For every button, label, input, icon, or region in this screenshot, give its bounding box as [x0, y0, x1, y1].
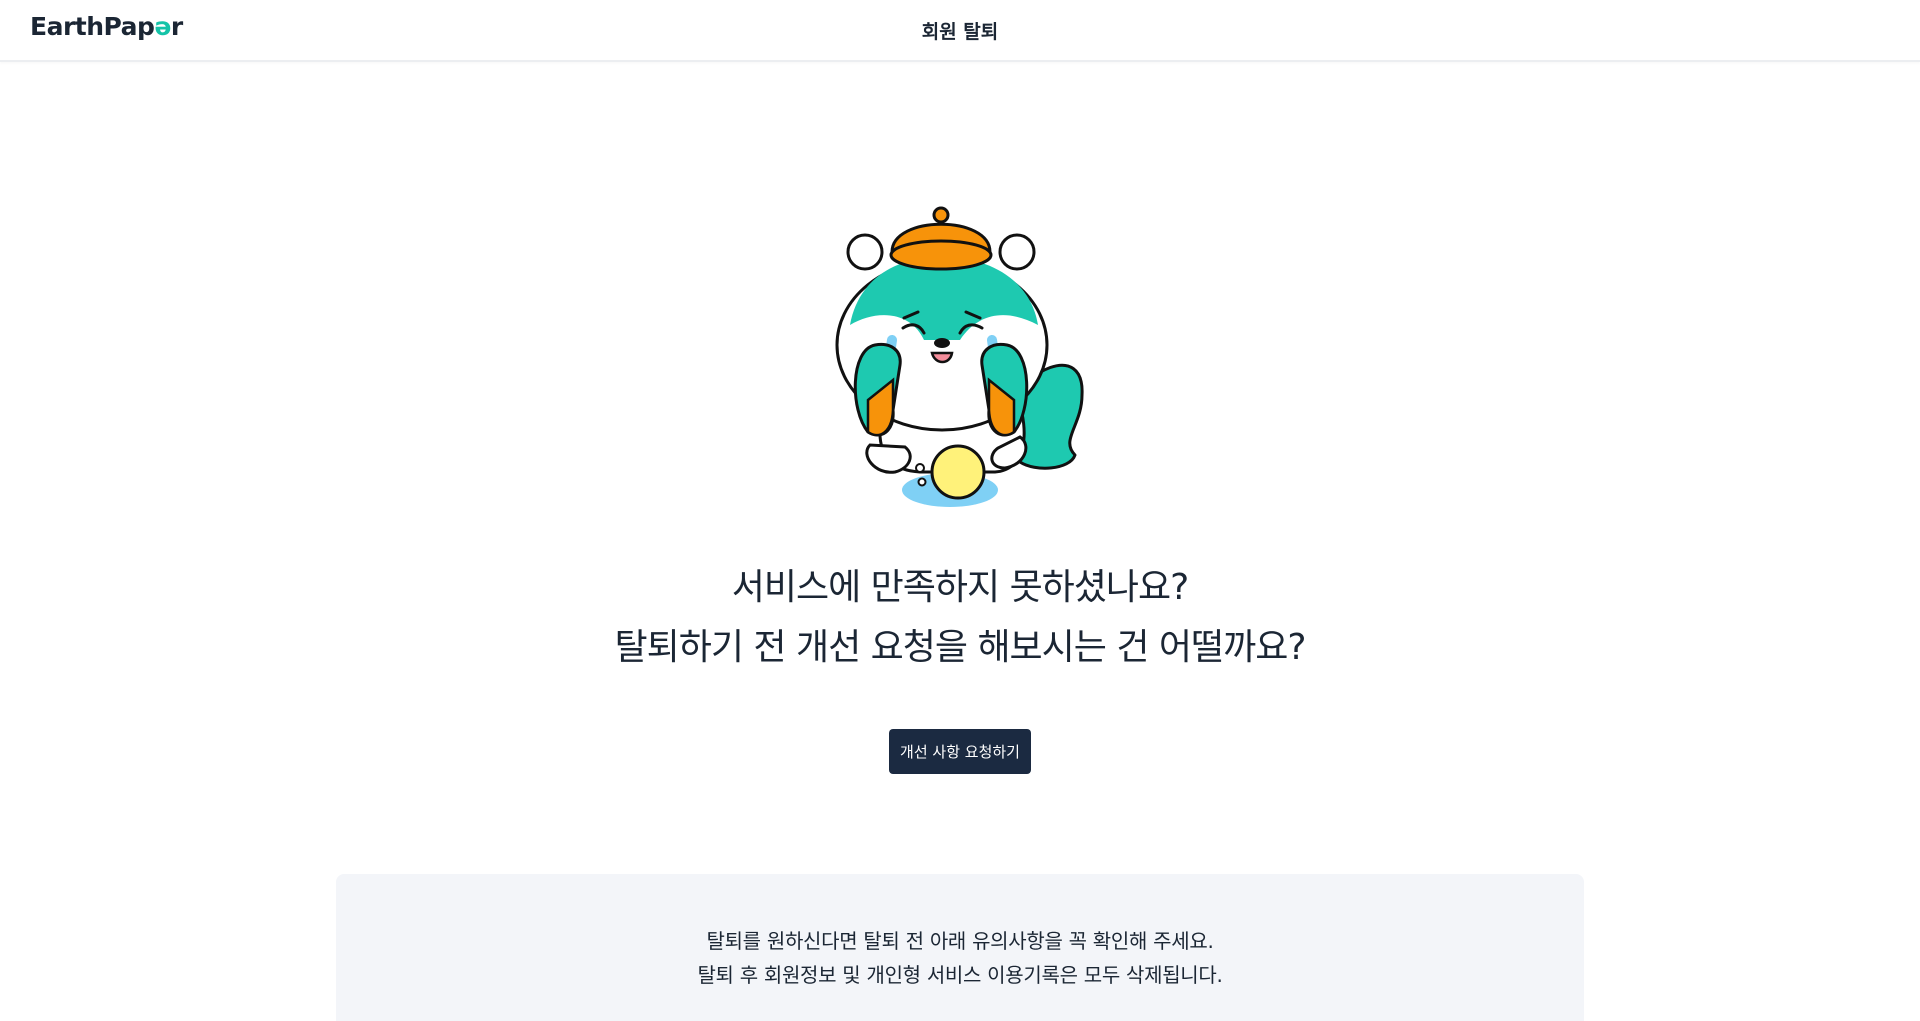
notice-text: 탈퇴를 원하신다면 탈퇴 전 아래 유의사항을 꼭 확인해 주세요. 탈퇴 후 … [336, 924, 1584, 992]
request-improvement-button[interactable]: 개선 사항 요청하기 [889, 729, 1031, 774]
mascot-hat-brim [889, 239, 993, 271]
top-header: EarthPapər 회원 탈퇴 [0, 0, 1920, 62]
mascot-yellow-ball [930, 444, 986, 500]
mascot-nose [934, 338, 950, 348]
withdrawal-notice-box: 탈퇴를 원하신다면 탈퇴 전 아래 유의사항을 꼭 확인해 주세요. 탈퇴 후 … [336, 874, 1584, 1021]
page-title: 회원 탈퇴 [921, 21, 999, 43]
notice-line-2: 탈퇴 후 회원정보 및 개인형 서비스 이용기록은 모두 삭제됩니다. [697, 963, 1223, 987]
headline-line-1: 서비스에 만족하지 못하셨나요? [731, 567, 1190, 608]
mascot-hat-button [932, 206, 950, 224]
mascot-right-ear [998, 233, 1036, 271]
mascot-left-foot [865, 443, 912, 474]
mascot-left-ear [846, 233, 884, 271]
retention-headline: 서비스에 만족하지 못하셨나요? 탈퇴하기 전 개선 요청을 해보시는 건 어떨… [0, 558, 1920, 678]
crying-squirrel-mascot-icon [835, 206, 1084, 507]
notice-line-1: 탈퇴를 원하신다면 탈퇴 전 아래 유의사항을 꼭 확인해 주세요. [706, 929, 1214, 953]
headline-line-2: 탈퇴하기 전 개선 요청을 해보시는 건 어떨까요? [614, 627, 1306, 668]
